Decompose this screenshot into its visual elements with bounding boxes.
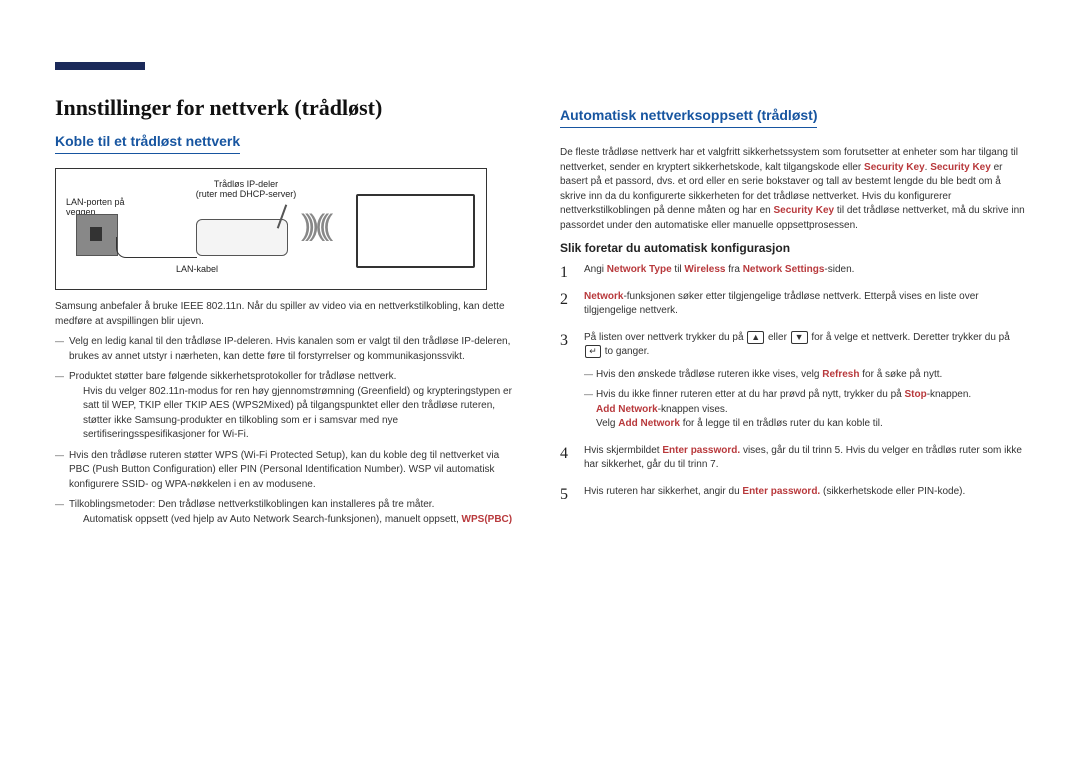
diagram-cable [116,237,197,258]
auto-config-steps: Angi Network Type til Wireless fra Netwo… [560,263,1025,499]
diagram-router-label: Trådløs IP-deler (ruter med DHCP-server) [176,179,316,199]
left-bullet-4-pre: Automatisk oppsett (ved hjelp av Auto Ne… [83,514,462,525]
s1-d: -siden. [824,264,854,275]
diagram-cable-label: LAN-kabel [176,264,218,274]
s3s2-stop: Stop [904,389,926,400]
left-bullet-4-line2: Automatisk oppsett (ved hjelp av Auto Ne… [83,513,520,528]
ri-k3: Security Key [773,205,834,216]
left-column: Innstillinger for nettverk (trådløst) Ko… [55,40,520,533]
step-3: På listen over nettverk trykker du på ▲ … [560,331,1025,432]
step-4: Hvis skjermbildet Enter password. vises,… [560,444,1025,473]
right-intro: De fleste trådløse nettverk har et valgf… [560,146,1025,233]
s3s1b: for å søke på nytt. [859,369,942,380]
diagram-router [196,219,288,256]
left-bullet-1: Velg en ledig kanal til den trådløse IP-… [55,335,520,364]
s3-a: På listen over nettverk trykker du på [584,332,746,343]
s3s2b: -knappen. [927,389,971,400]
section-connect-heading: Koble til et trådløst nettverk [55,133,240,154]
s3-b: eller [765,332,789,343]
diagram-waves-icon: ))) ((( [301,209,327,243]
s1-b: til [672,264,685,275]
s4a: Hvis skjermbildet [584,445,662,456]
s1-w: Wireless [684,264,725,275]
up-arrow-icon: ▲ [747,331,764,344]
s3s2-addnet1: Add Network [596,404,658,415]
diagram-wall-port [76,214,118,256]
s5b: (sikkerhetskode eller PIN-kode). [820,486,965,497]
left-bullet-2: Produktet støtter bare følgende sikkerhe… [55,370,520,443]
left-bullet-4: Tilkoblingsmetoder: Den trådløse nettver… [55,498,520,527]
s2-b: -funksjonen søker etter tilgjengelige tr… [584,291,979,317]
s3s2da: Velg [596,418,618,429]
step-3-sub: Hvis den ønskede trådløse ruteren ikke v… [584,368,1025,432]
step-5: Hvis ruteren har sikkerhet, angir du Ent… [560,485,1025,500]
s1-c: fra [725,264,742,275]
s5a: Hvis ruteren har sikkerhet, angir du [584,486,742,497]
enter-icon: ↵ [585,345,601,358]
section-auto-heading: Automatisk nettverksoppsett (trådløst) [560,107,817,128]
s4-ep: Enter password. [662,445,740,456]
auto-config-subhead: Slik foretar du automatisk konfigurasjon [560,241,1025,255]
left-bullet-4-line1: Tilkoblingsmetoder: Den trådløse nettver… [69,499,434,510]
s1-a: Angi [584,264,607,275]
diagram-display [356,194,475,268]
left-bullet-3: Hvis den trådløse ruteren støtter WPS (W… [55,449,520,493]
header-accent-bar [55,62,145,70]
s1-ns: Network Settings [743,264,825,275]
diagram-router-line1: Trådløs IP-deler [214,179,278,189]
ri-k1: Security Key [864,162,925,173]
s1-nt: Network Type [607,264,672,275]
step-3-sub-1: Hvis den ønskede trådløse ruteren ikke v… [584,368,1025,383]
s3-d: to ganger. [602,346,649,357]
s3-c: for å velge et nettverk. Deretter trykke… [809,332,1010,343]
step-3-sub-2: Hvis du ikke finner ruteren etter at du … [584,388,1025,432]
step-1: Angi Network Type til Wireless fra Netwo… [560,263,1025,278]
page-title: Innstillinger for nettverk (trådløst) [55,95,520,121]
left-intro-para: Samsung anbefaler å bruke IEEE 802.11n. … [55,300,520,329]
s5-ep: Enter password. [742,486,820,497]
s3s2c: -knappen vises. [658,404,728,415]
right-column: Automatisk nettverksoppsett (trådløst) D… [560,40,1025,533]
s3s1-refresh: Refresh [822,369,859,380]
down-arrow-icon: ▼ [791,331,808,344]
s3s2-addnet2: Add Network [618,418,680,429]
s2-net: Network [584,291,623,302]
step-2: Network-funksjonen søker etter tilgjenge… [560,290,1025,319]
left-bullet-4-wps: WPS(PBC) [462,514,513,525]
diagram-router-line2: (ruter med DHCP-server) [196,189,297,199]
left-bullet-2-text: Produktet støtter bare følgende sikkerhe… [69,371,396,382]
page-container: Innstillinger for nettverk (trådløst) Ko… [0,0,1080,563]
left-bullets: Velg en ledig kanal til den trådløse IP-… [55,335,520,527]
ri-k2: Security Key [930,162,991,173]
s3s2db: for å legge til en trådløs ruter du kan … [680,418,883,429]
wireless-diagram: LAN-porten på veggen LAN-kabel Trådløs I… [55,168,487,290]
left-bullet-2-sub: Hvis du velger 802.11n-modus for ren høy… [83,385,520,443]
s3s1a: Hvis den ønskede trådløse ruteren ikke v… [596,369,822,380]
s3s2a: Hvis du ikke finner ruteren etter at du … [596,389,904,400]
